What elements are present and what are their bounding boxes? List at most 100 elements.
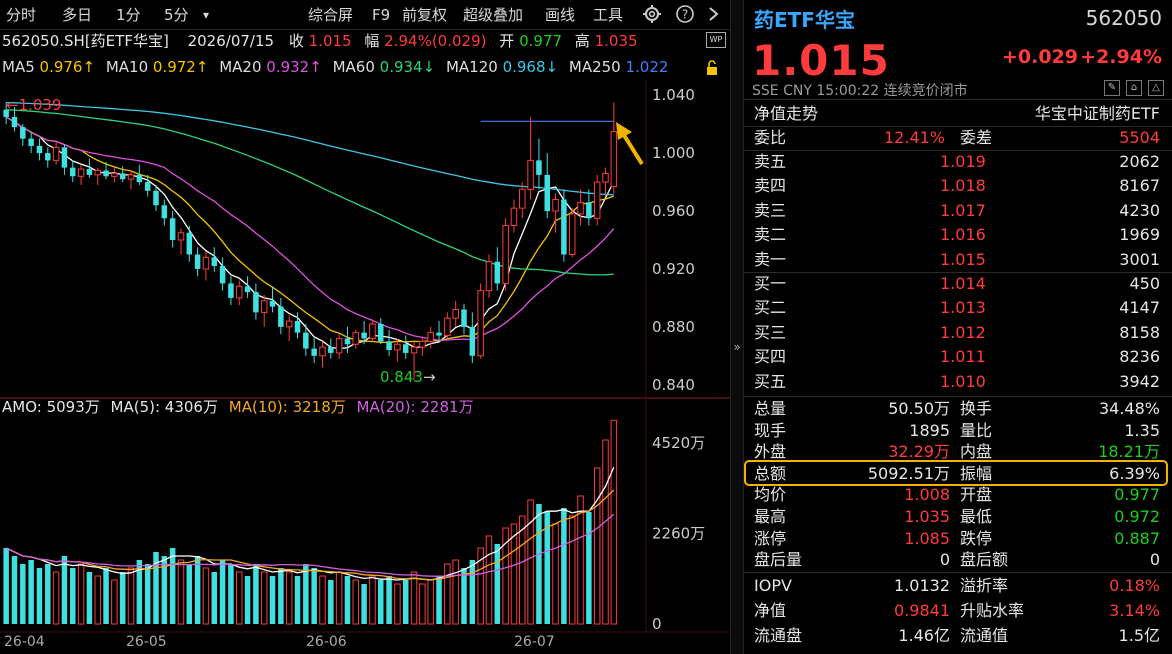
volume-bar xyxy=(561,508,567,624)
tab-multi-day[interactable]: 多日 xyxy=(62,4,92,26)
ma20-label: MA20 0.932↑ xyxy=(219,58,322,76)
amo-value: AMO: 5093万 xyxy=(2,398,100,416)
ask-volume: 2062 xyxy=(1119,152,1160,171)
volume-bar xyxy=(235,571,243,625)
ask-row[interactable]: 卖二 1.016 1969 xyxy=(744,223,1172,247)
candle-body xyxy=(552,198,559,212)
candle-body xyxy=(94,170,101,176)
min-price-marker: 0.843→ xyxy=(380,368,436,386)
fund-label: 升贴水率 xyxy=(960,601,1025,620)
bid-row[interactable]: 买二 1.013 4147 xyxy=(744,296,1172,320)
forward-adjust-button[interactable]: 前复权 xyxy=(402,4,447,26)
stat-value: 0 xyxy=(1149,550,1160,570)
f9-button[interactable]: F9 xyxy=(372,4,390,26)
chevron-right-icon[interactable] xyxy=(706,4,722,26)
volume-bar xyxy=(536,504,542,624)
close-label: 收 xyxy=(288,32,304,50)
fund-value: 3.14% xyxy=(1109,601,1160,620)
composite-screen-button[interactable]: 综合屏 xyxy=(308,4,353,26)
volume-bar xyxy=(70,568,76,624)
candle-body xyxy=(269,300,276,307)
stat-value: 34.48% xyxy=(1098,399,1160,418)
stat-label: 总量 xyxy=(754,399,787,418)
overlay-button[interactable]: 超级叠加 xyxy=(463,4,523,26)
volume-bar xyxy=(11,556,18,624)
volume-bar xyxy=(77,563,85,625)
candle-body xyxy=(344,338,351,345)
bid-row[interactable]: 买三 1.012 8158 xyxy=(744,321,1172,345)
ask-row[interactable]: 卖四 1.018 8167 xyxy=(744,174,1172,198)
ma60-label: MA60 0.934↓ xyxy=(332,58,436,76)
home-icon[interactable]: ⌂ xyxy=(1126,80,1142,96)
lock-icon[interactable] xyxy=(704,60,720,76)
ask-price: 1.018 xyxy=(940,176,986,196)
x-label-jul: 26-07 xyxy=(514,634,555,650)
candle-body xyxy=(244,286,251,293)
tab-1min[interactable]: 1分 xyxy=(116,4,141,26)
candle-body xyxy=(253,292,259,313)
help-icon[interactable]: ? xyxy=(675,4,695,26)
stat-label: 换手 xyxy=(960,399,993,418)
bid-row[interactable]: 买一 1.014 450 xyxy=(744,272,1172,296)
candle-body xyxy=(219,266,226,284)
candle-body xyxy=(561,199,567,255)
fund-label: 溢折率 xyxy=(960,576,1009,595)
bid-volume: 450 xyxy=(1129,274,1160,293)
tab-5min[interactable]: 5分 xyxy=(164,4,189,26)
candle-body xyxy=(502,225,509,284)
weibi-row: 委比 12.41% 委差 5504 xyxy=(744,126,1172,150)
stat-value: 0 xyxy=(939,550,950,570)
draw-line-button[interactable]: 画线 xyxy=(545,4,575,26)
candle-body xyxy=(436,332,442,336)
max-price-label: 1.039 xyxy=(18,96,62,114)
volume-legend: AMO: 5093万 MA(5): 4306万 MA(10): 3218万 MA… xyxy=(2,396,474,417)
ma10-label: MA10 0.972↑ xyxy=(105,58,209,76)
candle-body xyxy=(70,167,76,177)
ask-row[interactable]: 卖三 1.017 4230 xyxy=(744,199,1172,223)
stat-label: 量比 xyxy=(960,420,993,440)
edit-icon[interactable]: ✎ xyxy=(1104,80,1120,96)
bid-row[interactable]: 买五 1.010 3942 xyxy=(744,370,1172,394)
x-label-jun: 26-06 xyxy=(306,634,347,650)
ma-legend: MA5 0.976↑ MA10 0.972↑ MA20 0.932↑ MA60 … xyxy=(2,56,674,78)
candle-body xyxy=(303,332,309,349)
tools-button[interactable]: 工具 xyxy=(593,4,623,26)
ask-price: 1.015 xyxy=(940,249,986,269)
weicha-value: 5504 xyxy=(1119,128,1160,147)
stat-label: 均价 xyxy=(754,485,787,505)
nav-trend-label[interactable]: 净值走势 xyxy=(754,102,818,126)
volume-bar xyxy=(485,535,493,625)
price-tick-label: 0.840 xyxy=(652,376,695,394)
period-dropdown-icon[interactable]: ▾ xyxy=(203,4,209,26)
ask-volume: 3001 xyxy=(1119,249,1160,269)
candle-body xyxy=(444,317,451,337)
candle-body xyxy=(202,256,210,270)
stat-label: 最低 xyxy=(960,507,993,526)
price-tick-label: 0.920 xyxy=(652,260,695,278)
stat-row: 最高 1.035 最低 0.972 xyxy=(744,506,1172,528)
ask-row[interactable]: 卖五 1.019 2062 xyxy=(744,150,1172,174)
candle-body xyxy=(260,300,268,313)
chart-toolbar: 分时 多日 1分 5分 ▾ 综合屏 F9 前复权 超级叠加 画线 工具 ? xyxy=(0,0,730,30)
bid-volume: 8158 xyxy=(1119,322,1160,342)
candle-body xyxy=(28,138,34,146)
candle-body xyxy=(602,172,609,183)
candle-body xyxy=(361,332,367,339)
volume-bar xyxy=(527,499,534,625)
nav-row[interactable]: 净值走势 华宝中证制药ETF xyxy=(744,102,1172,126)
x-label-may: 26-05 xyxy=(126,634,167,650)
volume-tick-label: 2260万 xyxy=(652,525,705,543)
bid-row[interactable]: 买四 1.011 8236 xyxy=(744,345,1172,369)
collapse-toggle-icon[interactable]: » xyxy=(731,338,743,356)
ask-price: 1.019 xyxy=(940,152,986,171)
candle-body xyxy=(285,320,293,328)
volume-bar xyxy=(419,583,426,625)
ask-row[interactable]: 卖一 1.015 3001 xyxy=(744,248,1172,272)
alert-icon[interactable]: △ xyxy=(1148,80,1164,96)
stat-value: 0.972 xyxy=(1114,507,1160,526)
tab-intraday[interactable]: 分时 xyxy=(6,4,36,26)
candle-body xyxy=(527,159,534,190)
wp-icon[interactable]: WP xyxy=(706,32,726,48)
volume-bar xyxy=(319,575,326,625)
gear-icon[interactable] xyxy=(642,4,662,26)
